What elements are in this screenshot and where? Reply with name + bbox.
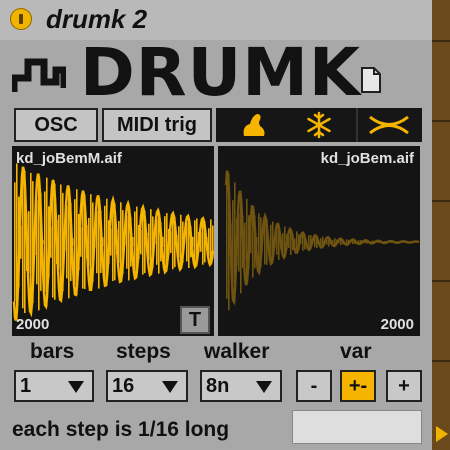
logo-text: DRUMK (80, 34, 362, 111)
adjacent-device-strip (432, 0, 450, 450)
var-label: var (340, 340, 372, 363)
steps-value: 16 (112, 375, 135, 397)
drumk-device: drumk 2 DRUMK OSC MIDI trig kd_joBemM.ai… (0, 0, 450, 450)
play-arrow-icon[interactable] (436, 426, 448, 442)
dinosaur-icon[interactable] (222, 108, 284, 142)
steps-dropdown[interactable]: 16 (106, 370, 188, 402)
square-wave-logo-icon (12, 58, 66, 92)
walker-label: walker (204, 340, 270, 363)
mode-icon-bar (216, 108, 422, 142)
steps-label: steps (116, 340, 171, 363)
status-field[interactable] (292, 410, 422, 444)
var-plusminus-button[interactable]: +- (340, 370, 376, 402)
bars-dropdown[interactable]: 1 (14, 370, 94, 402)
chevron-down-icon (256, 381, 272, 393)
step-length-info: each step is 1/16 long (12, 418, 230, 441)
snowflake-icon[interactable] (288, 108, 350, 142)
sample-value-right: 2000 (380, 316, 414, 333)
file-icon[interactable] (360, 66, 382, 94)
t-button[interactable]: T (180, 306, 210, 334)
power-toggle-icon[interactable] (10, 8, 32, 30)
bars-value: 1 (20, 375, 32, 397)
chevron-down-icon (68, 381, 84, 393)
sample-value-left: 2000 (16, 316, 50, 333)
waveform-right (224, 170, 420, 311)
sample-panel-right[interactable]: kd_joBem.aif 2000 (218, 146, 420, 336)
device-title: drumk 2 (46, 4, 148, 34)
bars-label: bars (30, 340, 75, 363)
sample-filename-right: kd_joBem.aif (320, 150, 414, 167)
chevron-down-icon (162, 381, 178, 393)
crossfade-icon[interactable] (356, 108, 420, 142)
osc-button[interactable]: OSC (14, 108, 98, 142)
walker-value: 8n (206, 375, 230, 397)
sample-filename-left: kd_joBemM.aif (16, 150, 122, 167)
midi-trig-button[interactable]: MIDI trig (102, 108, 212, 142)
walker-dropdown[interactable]: 8n (200, 370, 282, 402)
var-minus-button[interactable]: - (296, 370, 332, 402)
var-plus-button[interactable]: + (386, 370, 422, 402)
